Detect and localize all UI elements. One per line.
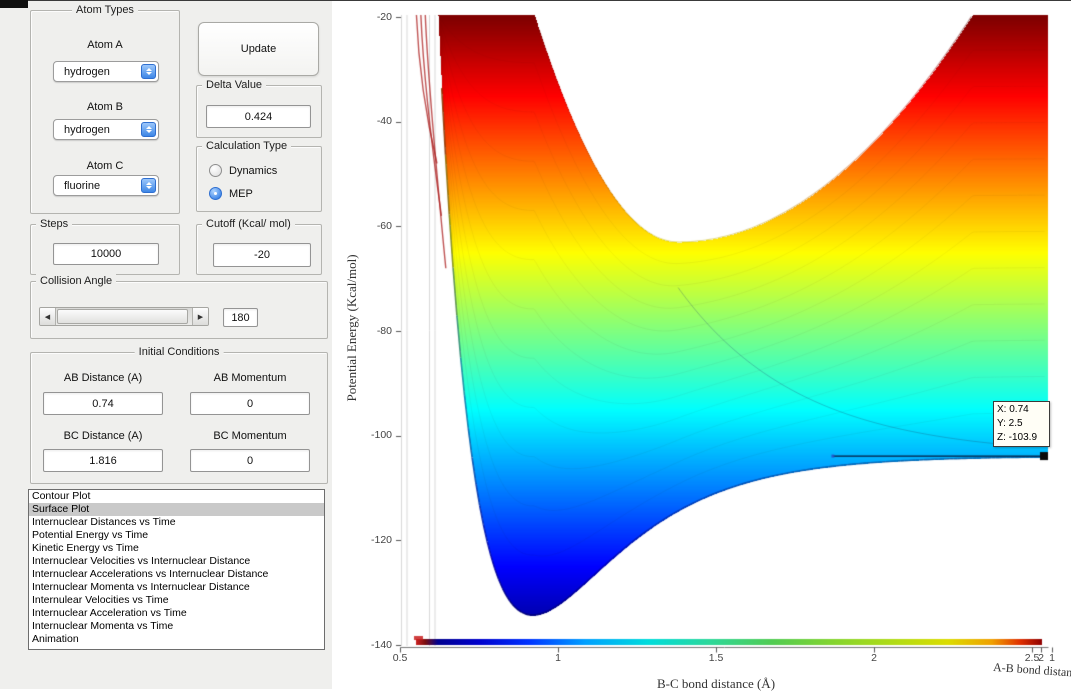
slider-right-arrow-icon[interactable]: ▶ [192, 308, 208, 325]
steps-title: Steps [36, 217, 73, 231]
calculation-type-title: Calculation Type [202, 139, 292, 153]
window-edge-fragment [0, 0, 28, 8]
updown-arrows-icon[interactable] [141, 122, 156, 137]
list-item[interactable]: Internuclear Velocities vs Internuclear … [29, 555, 324, 568]
radio-mep-label: MEP [229, 187, 253, 200]
cutoff-title: Cutoff (Kcal/ mol) [202, 217, 295, 231]
slider-left-arrow-icon[interactable]: ◀ [40, 308, 56, 325]
calculation-type-panel: Calculation Type Dynamics MEP [196, 139, 322, 212]
list-item[interactable]: Internulear Velocities vs Time [29, 594, 324, 607]
steps-panel: Steps [30, 217, 180, 275]
list-item[interactable]: Animation [29, 633, 324, 646]
slider-track[interactable] [56, 308, 192, 325]
steps-input[interactable] [53, 243, 159, 265]
atom-types-title: Atom Types [72, 3, 138, 17]
list-item[interactable]: Potential Energy vs Time [29, 529, 324, 542]
cutoff-input[interactable] [213, 243, 311, 267]
radio-circle-icon [209, 164, 222, 177]
atom-c-label: Atom C [86, 160, 124, 172]
atom-a-label: Atom A [87, 39, 123, 51]
initial-conditions-title: Initial Conditions [134, 345, 224, 359]
bc-momentum-input[interactable] [190, 449, 310, 472]
update-button[interactable]: Update [198, 22, 319, 76]
window-top-border [0, 0, 1071, 1]
delta-value-input[interactable] [206, 105, 311, 128]
atom-c-value: fluorine [64, 179, 101, 192]
plot-type-listbox[interactable]: Contour Plot Surface Plot Internuclear Dis… [28, 489, 325, 650]
collision-angle-title: Collision Angle [36, 274, 117, 288]
atom-c-select[interactable]: fluorine [53, 175, 159, 196]
atom-b-select[interactable]: hydrogen [53, 119, 159, 140]
radio-dynamics-label: Dynamics [229, 164, 278, 177]
radio-dynamics[interactable]: Dynamics [209, 164, 277, 177]
cutoff-panel: Cutoff (Kcal/ mol) [196, 217, 322, 275]
control-panel: Atom Types Atom A hydrogen Atom B hydrog… [0, 0, 332, 689]
atom-types-panel: Atom Types Atom A hydrogen Atom B hydrog… [30, 3, 180, 214]
collision-angle-slider[interactable]: ◀ ▶ [39, 307, 209, 326]
updown-arrows-icon[interactable] [141, 178, 156, 193]
radio-circle-selected-icon [209, 187, 222, 200]
atom-a-select[interactable]: hydrogen [53, 61, 159, 82]
collision-angle-panel: Collision Angle ◀ ▶ [30, 274, 328, 339]
delta-value-title: Delta Value [202, 78, 267, 92]
list-item[interactable]: Internuclear Momenta vs Internuclear Dis… [29, 581, 324, 594]
list-item[interactable]: Internuclear Accelerations vs Internucle… [29, 568, 324, 581]
atom-a-value: hydrogen [64, 65, 110, 78]
list-item[interactable]: Internuclear Acceleration vs Time [29, 607, 324, 620]
initial-conditions-panel: Initial Conditions AB Distance (A) AB Mo… [30, 345, 328, 484]
list-item[interactable]: Internuclear Momenta vs Time [29, 620, 324, 633]
list-item[interactable]: Surface Plot [29, 503, 324, 516]
ab-momentum-label: AB Momentum [213, 372, 287, 384]
bc-distance-input[interactable] [43, 449, 163, 472]
atom-b-label: Atom B [86, 101, 124, 113]
bc-distance-label: BC Distance (A) [63, 430, 143, 442]
radio-mep[interactable]: MEP [209, 187, 253, 200]
list-item[interactable]: Internuclear Distances vs Time [29, 516, 324, 529]
ab-distance-input[interactable] [43, 392, 163, 415]
slider-thumb[interactable] [57, 309, 188, 324]
update-button-label: Update [240, 43, 277, 55]
ab-distance-label: AB Distance (A) [63, 372, 143, 384]
list-item[interactable]: Kinetic Energy vs Time [29, 542, 324, 555]
list-item[interactable]: Contour Plot [29, 490, 324, 503]
updown-arrows-icon[interactable] [141, 64, 156, 79]
atom-b-value: hydrogen [64, 123, 110, 136]
collision-angle-input[interactable] [223, 308, 258, 327]
ab-momentum-input[interactable] [190, 392, 310, 415]
delta-value-panel: Delta Value [196, 78, 322, 138]
bc-momentum-label: BC Momentum [213, 430, 287, 442]
